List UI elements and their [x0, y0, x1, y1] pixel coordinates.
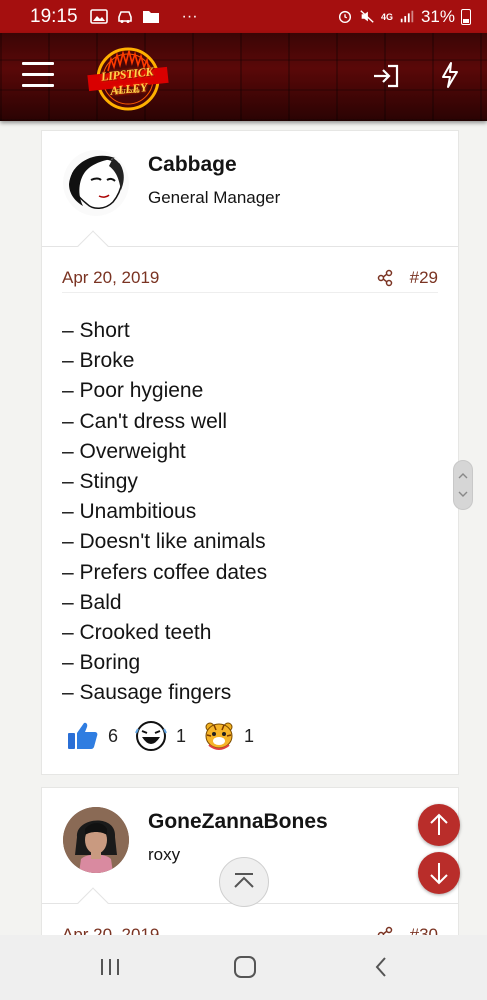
- mute-icon: [360, 10, 374, 23]
- menu-icon[interactable]: [22, 62, 54, 88]
- home-icon[interactable]: [231, 953, 259, 981]
- reactions-bar[interactable]: 6 1 1: [66, 719, 270, 753]
- scroll-up-button[interactable]: [418, 804, 460, 846]
- signal-icon: [400, 10, 414, 23]
- network-type: 4G: [380, 11, 393, 22]
- avatar[interactable]: [63, 807, 129, 873]
- folder-icon: [142, 11, 159, 23]
- chevron-up-icon: [458, 473, 468, 497]
- user-block-notch: [77, 887, 109, 919]
- tiger-icon[interactable]: [202, 719, 236, 753]
- post-number[interactable]: #29: [410, 268, 438, 288]
- post-line: – Boring: [62, 651, 141, 675]
- username[interactable]: Cabbage: [148, 153, 237, 177]
- gallery-icon: [89, 9, 108, 24]
- post-line: – Crooked teeth: [62, 621, 212, 645]
- laughing-face-icon[interactable]: [134, 719, 168, 753]
- post-line: – Sausage fingers: [62, 681, 232, 705]
- post-date[interactable]: Apr 20, 2019: [62, 268, 159, 288]
- post: Cabbage General Manager Apr 20, 2019 #29…: [41, 130, 459, 775]
- double-chevron-up-icon: [234, 873, 254, 888]
- lightning-icon[interactable]: [438, 61, 462, 89]
- post-meta: Apr 20, 2019 #29: [62, 263, 438, 293]
- user-block: Cabbage General Manager: [42, 131, 458, 262]
- post-line: – Bald: [62, 590, 122, 614]
- reaction-count: 1: [176, 725, 187, 746]
- scroll-handle[interactable]: [453, 460, 473, 510]
- username[interactable]: GoneZannaBones: [148, 810, 328, 834]
- more-notifications-icon: ···: [181, 7, 198, 25]
- post-line: – Poor hygiene: [62, 379, 204, 403]
- post-line: – Can't dress well: [62, 409, 228, 433]
- back-icon[interactable]: [368, 953, 396, 981]
- status-time: 19:15: [30, 5, 78, 27]
- reaction-count: 6: [108, 725, 119, 746]
- post-line: – Prefers coffee dates: [62, 560, 268, 584]
- user-title: General Manager: [148, 188, 281, 207]
- user-block-notch: [77, 230, 109, 262]
- post-line: – Unambitious: [62, 500, 197, 524]
- system-nav-bar: [0, 935, 487, 1000]
- battery-percent: 31%: [420, 6, 455, 26]
- arrow-down-icon: [430, 863, 448, 885]
- status-bar: 19:15 ··· 4G 31%: [0, 0, 487, 33]
- reaction-count: 1: [244, 725, 255, 746]
- post-line: – Overweight: [62, 439, 186, 463]
- car-icon: [117, 11, 132, 23]
- app-header: LIPSTICK ALLEY EST. 2005: [0, 33, 487, 121]
- user-title: roxy: [148, 845, 181, 864]
- post-body: – Short – Broke – Poor hygiene – Can't d…: [62, 316, 267, 709]
- battery-icon: [461, 8, 471, 25]
- scroll-down-button[interactable]: [418, 852, 460, 894]
- thumbs-up-icon[interactable]: [66, 719, 100, 753]
- post-line: – Stingy: [62, 470, 138, 494]
- alarm-icon: [338, 10, 351, 23]
- scroll-to-top-button[interactable]: [219, 857, 269, 907]
- post-line: – Broke: [62, 349, 135, 373]
- post-line: – Short: [62, 319, 130, 342]
- arrow-up-icon: [430, 813, 448, 835]
- avatar[interactable]: [63, 150, 129, 216]
- share-icon[interactable]: [376, 269, 394, 287]
- post-line: – Doesn't like animals: [62, 530, 266, 554]
- logo-est: EST. 2005: [116, 89, 140, 95]
- login-icon[interactable]: [372, 63, 400, 89]
- recent-apps-icon[interactable]: [96, 953, 124, 981]
